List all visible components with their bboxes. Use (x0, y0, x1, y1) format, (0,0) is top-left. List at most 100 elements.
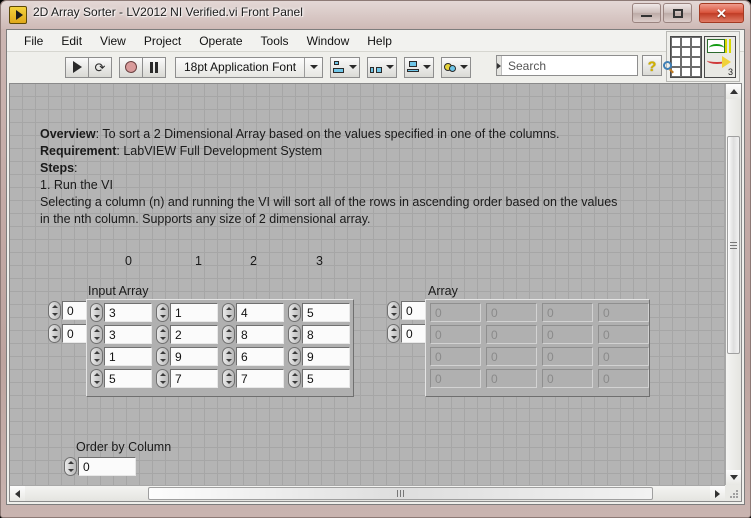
input-cell-r3c3[interactable]: 5 (288, 369, 350, 388)
spinner-icon[interactable] (288, 303, 301, 322)
distribute-objects-button[interactable] (367, 56, 398, 78)
horizontal-scrollbar-thumb[interactable] (148, 487, 653, 500)
input-cell-r1c0-value[interactable]: 3 (104, 325, 152, 344)
input-cell-r1c1-value[interactable]: 2 (170, 325, 218, 344)
spinner-icon[interactable] (156, 369, 169, 388)
minimize-button[interactable] (632, 3, 661, 23)
search-icon[interactable] (663, 61, 672, 70)
input-array-control[interactable]: 3 1 4 5 3 2 8 8 1 9 6 9 5 7 7 5 (86, 299, 354, 397)
maximize-restore-button[interactable] (663, 3, 692, 23)
output-array-indicator[interactable]: 0 0 0 0 0 0 0 0 0 0 0 0 0 0 0 0 (425, 299, 650, 397)
input-cell-r2c1[interactable]: 9 (156, 347, 218, 366)
font-selector[interactable]: 18pt Application Font (175, 56, 324, 78)
input-cell-r0c1-value[interactable]: 1 (170, 303, 218, 322)
spinner-icon[interactable] (222, 369, 235, 388)
menu-item-file[interactable]: File (15, 32, 52, 50)
spinner-icon[interactable] (387, 301, 400, 320)
menu-item-help[interactable]: Help (358, 32, 401, 50)
input-cell-r0c1[interactable]: 1 (156, 303, 218, 322)
front-panel-canvas[interactable]: Overview: To sort a 2 Dimensional Array … (10, 84, 725, 485)
order-by-column-control[interactable]: 0 (64, 457, 136, 476)
input-cell-r1c2[interactable]: 8 (222, 325, 284, 344)
input-cell-r1c3-value[interactable]: 8 (302, 325, 350, 344)
scroll-left-button[interactable] (10, 486, 25, 501)
input-cell-r0c2-value[interactable]: 4 (236, 303, 284, 322)
input-cell-r2c0[interactable]: 1 (90, 347, 152, 366)
input-cell-r2c2-value[interactable]: 6 (236, 347, 284, 366)
reorder-objects-button[interactable] (441, 56, 472, 78)
output-cell-r1c2: 0 (541, 325, 593, 344)
input-cell-r1c3[interactable]: 8 (288, 325, 350, 344)
menu-item-tools[interactable]: Tools (252, 32, 298, 50)
output-cell-r1c1-value: 0 (486, 325, 537, 344)
titlebar[interactable]: 2D Array Sorter - LV2012 NI Verified.vi … (1, 1, 750, 29)
spinner-icon[interactable] (222, 347, 235, 366)
spinner-icon[interactable] (90, 325, 103, 344)
search-input[interactable] (502, 58, 663, 73)
input-cell-r3c0-value[interactable]: 5 (104, 369, 152, 388)
spinner-icon[interactable] (288, 347, 301, 366)
spinner-icon[interactable] (64, 457, 77, 476)
menu-item-project[interactable]: Project (135, 32, 190, 50)
run-continuously-button[interactable]: ⟳ (88, 56, 112, 78)
vertical-scrollbar[interactable] (725, 84, 741, 485)
scroll-right-button[interactable] (710, 486, 725, 501)
resize-grip-icon[interactable] (729, 489, 739, 499)
input-cell-r2c2[interactable]: 6 (222, 347, 284, 366)
input-cell-r3c0[interactable]: 5 (90, 369, 152, 388)
spinner-icon[interactable] (90, 369, 103, 388)
run-button[interactable] (65, 56, 89, 78)
menu-item-edit[interactable]: Edit (52, 32, 91, 50)
menu-item-view[interactable]: View (91, 32, 135, 50)
spinner-icon[interactable] (156, 347, 169, 366)
input-cell-r0c2[interactable]: 4 (222, 303, 284, 322)
input-cell-r3c2-value[interactable]: 7 (236, 369, 284, 388)
input-cell-r0c0-value[interactable]: 3 (104, 303, 152, 322)
input-cell-r2c3[interactable]: 9 (288, 347, 350, 366)
vertical-scrollbar-thumb[interactable] (727, 136, 740, 354)
spinner-icon[interactable] (222, 325, 235, 344)
description-body: Selecting a column (n) and running the V… (40, 195, 618, 226)
input-cell-r2c0-value[interactable]: 1 (104, 347, 152, 366)
vi-thumbnail-icon[interactable]: 3 (704, 35, 736, 78)
spinner-icon[interactable] (288, 325, 301, 344)
input-cell-r3c1[interactable]: 7 (156, 369, 218, 388)
align-objects-button[interactable] (330, 56, 361, 78)
scroll-down-button[interactable] (726, 470, 741, 485)
spinner-icon[interactable] (222, 303, 235, 322)
spinner-icon[interactable] (387, 324, 400, 343)
resize-objects-button[interactable] (404, 56, 435, 78)
search-box[interactable] (496, 55, 672, 76)
context-help-button[interactable]: ? (642, 55, 662, 76)
input-cell-r1c2-value[interactable]: 8 (236, 325, 284, 344)
input-cell-r2c1-value[interactable]: 9 (170, 347, 218, 366)
order-by-column-value[interactable]: 0 (78, 457, 136, 476)
input-cell-r3c3-value[interactable]: 5 (302, 369, 350, 388)
input-cell-r0c0[interactable]: 3 (90, 303, 152, 322)
spinner-icon[interactable] (48, 324, 61, 343)
vi-icon-area[interactable]: 3 (666, 31, 740, 82)
input-cell-r0c3[interactable]: 5 (288, 303, 350, 322)
spinner-icon[interactable] (90, 303, 103, 322)
input-cell-r0c3-value[interactable]: 5 (302, 303, 350, 322)
pause-button[interactable] (142, 56, 166, 78)
spinner-icon[interactable] (156, 325, 169, 344)
abort-execution-button[interactable] (119, 56, 143, 78)
spinner-icon[interactable] (156, 303, 169, 322)
chevron-down-icon[interactable] (304, 57, 322, 77)
spinner-icon[interactable] (288, 369, 301, 388)
input-cell-r1c1[interactable]: 2 (156, 325, 218, 344)
menu-item-window[interactable]: Window (298, 32, 359, 50)
scroll-up-button[interactable] (726, 84, 741, 99)
close-button[interactable]: ✕ (699, 3, 744, 23)
input-cell-r1c0[interactable]: 3 (90, 325, 152, 344)
spinner-icon[interactable] (48, 301, 61, 320)
input-cell-r3c2[interactable]: 7 (222, 369, 284, 388)
connector-pane-icon[interactable] (670, 35, 702, 78)
input-cell-r2c3-value[interactable]: 9 (302, 347, 350, 366)
input-cell-r3c1-value[interactable]: 7 (170, 369, 218, 388)
scroll-grip-icon (730, 241, 737, 249)
menu-item-operate[interactable]: Operate (190, 32, 251, 50)
horizontal-scrollbar[interactable] (10, 485, 725, 501)
spinner-icon[interactable] (90, 347, 103, 366)
